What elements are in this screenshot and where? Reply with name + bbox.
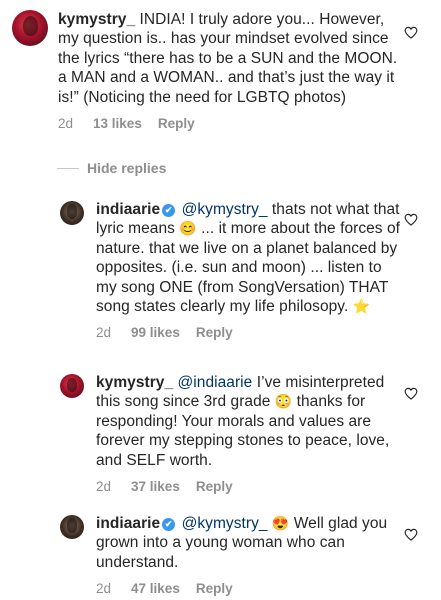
hide-replies-button[interactable]: Hide replies xyxy=(57,160,166,176)
comment-text: kymystry_ @indiaarie I’ve misinterpreted… xyxy=(96,373,400,470)
verified-badge-icon: ✔ xyxy=(162,518,176,531)
comment-meta: 2d 47 likes Reply xyxy=(96,581,400,596)
heart-eyes-emoji-icon: 😍 xyxy=(271,515,290,531)
reply-button[interactable]: Reply xyxy=(158,116,195,131)
username[interactable]: kymystry_ xyxy=(96,374,173,391)
star-emoji-icon: ⭐ xyxy=(352,298,371,315)
reply-button[interactable]: Reply xyxy=(196,581,233,596)
comment-1: kymystry_ INDIA! I truly adore you... Ho… xyxy=(12,10,404,131)
like-heart-icon[interactable] xyxy=(404,387,418,400)
avatar[interactable] xyxy=(60,374,84,398)
mention-link[interactable]: @kymystry_ xyxy=(182,201,268,218)
username[interactable]: kymystry_ xyxy=(58,11,135,28)
divider xyxy=(57,167,79,169)
comment-4: indiaarie ✔ @kymystry_ 😍 Well glad you gr… xyxy=(60,514,400,596)
flushed-face-emoji-icon: 😳 xyxy=(274,393,293,410)
comment-3: kymystry_ @indiaarie I’ve misinterpreted… xyxy=(60,373,400,494)
likes-count[interactable]: 37 likes xyxy=(131,479,180,494)
timestamp[interactable]: 2d xyxy=(96,581,111,596)
timestamp[interactable]: 2d xyxy=(58,116,73,131)
mention-link[interactable]: @kymystry_ xyxy=(182,515,268,532)
comment-text: indiaarie ✔ @kymystry_ 😍 Well glad you gr… xyxy=(96,514,400,572)
like-heart-icon[interactable] xyxy=(404,26,418,39)
comment-text: kymystry_ INDIA! I truly adore you... Ho… xyxy=(58,10,404,107)
reply-button[interactable]: Reply xyxy=(196,325,233,340)
likes-count[interactable]: 47 likes xyxy=(131,581,180,596)
likes-count[interactable]: 99 likes xyxy=(131,325,180,340)
comment-meta: 2d 99 likes Reply xyxy=(96,325,400,340)
comment-text: indiaarie ✔ @kymystry_ thats not what tha… xyxy=(96,200,400,316)
username[interactable]: indiaarie xyxy=(96,515,160,532)
smiling-face-emoji-icon: 😊 xyxy=(179,220,197,237)
reply-button[interactable]: Reply xyxy=(196,479,233,494)
verified-badge-icon: ✔ xyxy=(162,204,176,217)
likes-count[interactable]: 13 likes xyxy=(93,116,142,131)
comment-meta: 2d 37 likes Reply xyxy=(96,479,400,494)
username[interactable]: indiaarie xyxy=(96,201,160,218)
hide-replies-label: Hide replies xyxy=(87,160,167,176)
like-heart-icon[interactable] xyxy=(404,528,418,541)
avatar[interactable] xyxy=(60,201,84,225)
avatar[interactable] xyxy=(60,515,84,539)
comment-2: indiaarie ✔ @kymystry_ thats not what tha… xyxy=(60,200,400,340)
like-heart-icon[interactable] xyxy=(404,213,418,226)
timestamp[interactable]: 2d xyxy=(96,479,111,494)
mention-link[interactable]: @indiaarie xyxy=(178,374,253,391)
timestamp[interactable]: 2d xyxy=(96,325,111,340)
comment-meta: 2d 13 likes Reply xyxy=(58,116,404,131)
avatar[interactable] xyxy=(12,10,48,46)
